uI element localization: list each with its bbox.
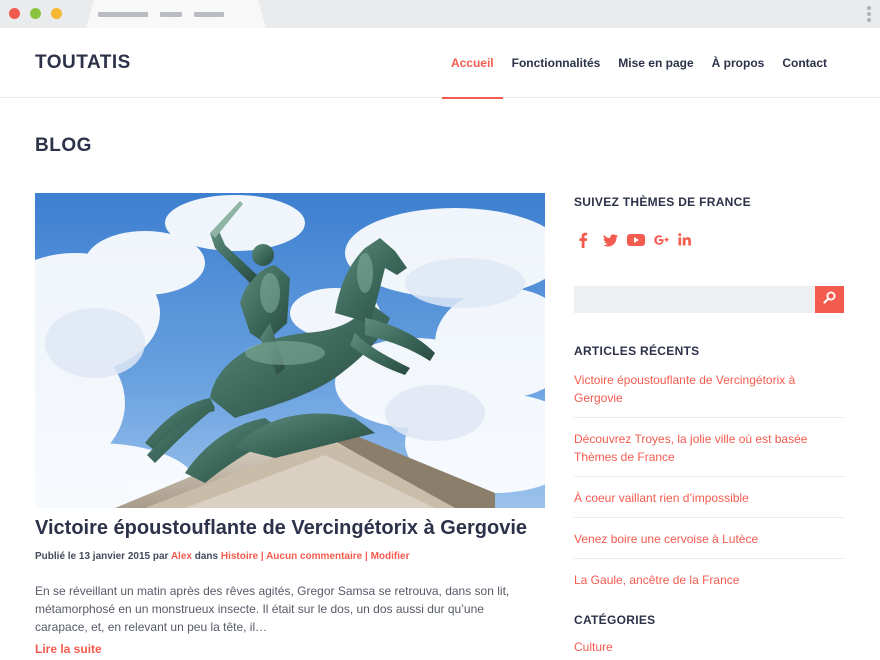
maximize-window-button[interactable] xyxy=(51,8,62,19)
recent-post-link[interactable]: La Gaule, ancêtre de la France xyxy=(574,571,844,599)
social-links xyxy=(578,232,700,248)
linkedin-icon[interactable] xyxy=(678,232,691,248)
main-nav: Accueil Fonctionnalités Mise en page À p… xyxy=(441,28,836,99)
post-title[interactable]: Victoire époustouflante de Vercingétorix… xyxy=(35,517,545,540)
post-meta-date: Publié le 13 janvier 2015 par xyxy=(35,551,171,562)
tab-placeholder-line xyxy=(194,12,224,17)
twitter-icon[interactable] xyxy=(603,232,618,248)
close-window-button[interactable] xyxy=(9,8,20,19)
nav-item-contact[interactable]: Contact xyxy=(773,28,836,98)
post-edit-link[interactable]: Modifier xyxy=(371,551,410,562)
browser-tab[interactable] xyxy=(86,0,266,28)
browser-chrome xyxy=(0,0,880,28)
post-category-link[interactable]: Histoire xyxy=(221,551,258,562)
follow-widget-title: SUIVEZ THÈMES DE FRANCE xyxy=(574,195,751,209)
nav-item-mise-en-page[interactable]: Mise en page xyxy=(609,28,702,98)
recent-post-link[interactable]: Victoire époustouflante de Vercingétorix… xyxy=(574,371,844,418)
nav-item-accueil[interactable]: Accueil xyxy=(441,28,503,99)
facebook-icon[interactable] xyxy=(578,232,588,248)
tab-placeholder-line xyxy=(98,12,148,17)
post-meta-in: dans xyxy=(191,551,221,562)
browser-menu-icon[interactable] xyxy=(867,6,871,22)
page-title: BLOG xyxy=(35,135,92,156)
categories-title: CATÉGORIES xyxy=(574,613,656,627)
search-button[interactable] xyxy=(815,286,844,313)
search-input[interactable] xyxy=(574,286,815,313)
category-link[interactable]: Culture xyxy=(574,640,613,654)
post-author-link[interactable]: Alex xyxy=(171,551,192,562)
recent-post-link[interactable]: Venez boire une cervoise à Lutèce xyxy=(574,530,844,559)
post-featured-image[interactable] xyxy=(35,193,545,508)
youtube-icon[interactable] xyxy=(627,232,645,248)
post-meta-separator: | xyxy=(362,551,371,562)
minimize-window-button[interactable] xyxy=(30,8,41,19)
recent-posts-title: ARTICLES RÉCENTS xyxy=(574,344,700,358)
site-logo[interactable]: TOUTATIS xyxy=(35,52,131,74)
recent-posts-list: Victoire époustouflante de Vercingétorix… xyxy=(574,371,844,611)
search-icon xyxy=(823,291,836,309)
nav-item-a-propos[interactable]: À propos xyxy=(703,28,774,98)
post-excerpt: En se réveillant un matin après des rêve… xyxy=(35,584,510,634)
recent-post-link[interactable]: Découvrez Troyes, la jolie ville où est … xyxy=(574,430,844,477)
site-header: TOUTATIS Accueil Fonctionnalités Mise en… xyxy=(0,28,880,99)
tab-placeholder-line xyxy=(160,12,182,17)
nav-item-fonctionnalites[interactable]: Fonctionnalités xyxy=(503,28,610,98)
post-meta-separator: | xyxy=(258,551,267,562)
google-plus-icon[interactable] xyxy=(654,232,669,248)
read-more-link[interactable]: Lire la suite xyxy=(35,642,102,656)
recent-post-link[interactable]: À coeur vaillant rien d’impossible xyxy=(574,489,844,518)
post-comments-link[interactable]: Aucun commentaire xyxy=(266,551,362,562)
post-meta: Publié le 13 janvier 2015 par Alex dans … xyxy=(35,551,409,562)
